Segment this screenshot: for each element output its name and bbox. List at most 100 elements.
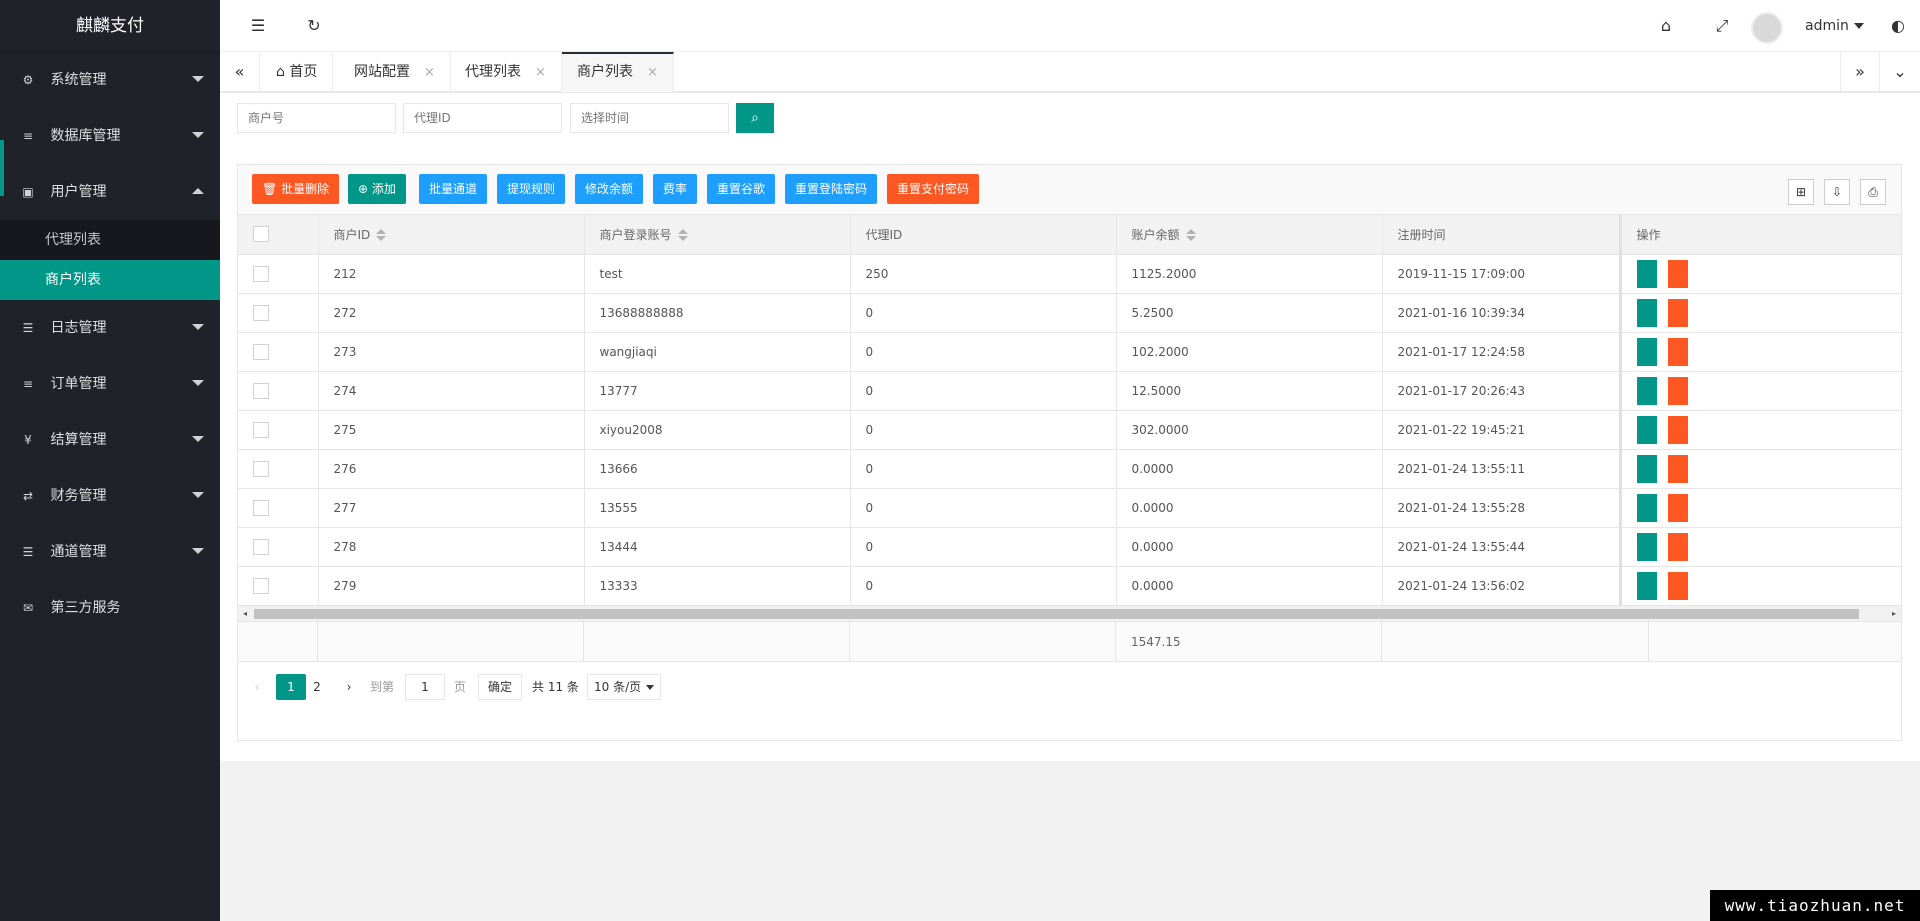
edit-button[interactable]	[1636, 337, 1657, 366]
table-row: 273 wangjiaqi 0 102.2000 2021-01-17 12:24:58	[238, 332, 1902, 372]
edit-button[interactable]	[1636, 532, 1657, 561]
sort-icon[interactable]	[1185, 229, 1196, 242]
tag-icon[interactable]: ⌂	[1644, 0, 1688, 52]
agent-id-cell: 0	[850, 410, 1117, 450]
tab-site-config[interactable]: 网站配置 ×	[339, 52, 451, 92]
edit-button[interactable]	[1636, 376, 1657, 405]
close-icon[interactable]: ×	[647, 65, 658, 80]
row-checkbox[interactable]	[253, 265, 269, 282]
nav-finance[interactable]: ⇄ 财务管理	[0, 468, 220, 524]
agent-id-input[interactable]	[403, 103, 562, 133]
refresh-icon[interactable]: ↻	[292, 0, 336, 52]
row-checkbox[interactable]	[253, 421, 269, 438]
row-checkbox[interactable]	[253, 382, 269, 399]
menu-toggle-icon[interactable]: ☰	[236, 0, 280, 52]
withdraw-rule-button[interactable]: 提现规则	[497, 174, 566, 204]
total-count: 共 11 条	[532, 680, 579, 694]
delete-button[interactable]	[1667, 259, 1688, 288]
login-account-cell: 13555	[584, 488, 851, 528]
edit-balance-button[interactable]: 修改余额	[575, 174, 644, 204]
delete-button[interactable]	[1667, 415, 1688, 444]
tab-merchant-list[interactable]: 商户列表 ×	[562, 52, 674, 92]
fullscreen-icon[interactable]: ⤢	[1700, 0, 1744, 52]
delete-button[interactable]	[1667, 337, 1688, 366]
page-size-select[interactable]: 10 条/页	[587, 674, 661, 700]
balance-cell: 12.5000	[1116, 371, 1383, 411]
nav-channel[interactable]: ☰ 通道管理	[0, 524, 220, 580]
sort-icon[interactable]	[376, 229, 387, 242]
column-header-login-account[interactable]: 商户登录账号	[584, 215, 851, 255]
time-picker-input[interactable]	[570, 103, 729, 133]
merchant-id-input[interactable]	[237, 103, 396, 133]
edit-button[interactable]	[1636, 415, 1657, 444]
register-time-cell: 2021-01-24 13:56:02	[1382, 566, 1621, 606]
row-checkbox[interactable]	[253, 304, 269, 321]
scrollbar-thumb[interactable]	[254, 609, 1859, 619]
row-checkbox[interactable]	[253, 343, 269, 360]
edit-button[interactable]	[1636, 298, 1657, 327]
scroll-right-icon[interactable]: ▸	[1887, 606, 1901, 622]
nav-third-party[interactable]: ✉ 第三方服务	[0, 580, 220, 636]
delete-button[interactable]	[1667, 532, 1688, 561]
search-button[interactable]: ⌕	[736, 103, 774, 133]
delete-button[interactable]	[1667, 571, 1688, 600]
delete-button[interactable]	[1667, 298, 1688, 327]
export-icon[interactable]: ⇩	[1824, 179, 1850, 205]
nav-database[interactable]: ≡ 数据库管理	[0, 108, 220, 164]
edit-button[interactable]	[1636, 571, 1657, 600]
theme-icon[interactable]: ◐	[1876, 0, 1920, 52]
column-header-merchant-id[interactable]: 商户ID	[318, 215, 585, 255]
horizontal-scrollbar[interactable]: ◂ ▸	[238, 606, 1901, 622]
reset-login-password-button[interactable]: 重置登陆密码	[785, 174, 878, 204]
goto-confirm-button[interactable]: 确定	[478, 674, 523, 700]
nav-settlement[interactable]: ¥ 结算管理	[0, 412, 220, 468]
close-icon[interactable]: ×	[424, 65, 435, 80]
delete-button[interactable]	[1667, 454, 1688, 483]
edit-button[interactable]	[1636, 454, 1657, 483]
edit-button[interactable]	[1636, 493, 1657, 522]
reset-pay-password-button[interactable]: 重置支付密码	[887, 174, 980, 204]
tab-agent-list[interactable]: 代理列表 ×	[450, 52, 562, 92]
sidebar-item-agent-list[interactable]: 代理列表	[0, 220, 220, 260]
page-2-button[interactable]: 2	[310, 674, 324, 700]
row-checkbox[interactable]	[253, 499, 269, 516]
next-page-icon[interactable]: ›	[342, 674, 356, 700]
prev-page-icon[interactable]: ‹	[250, 674, 264, 700]
print-icon[interactable]: ⎙	[1860, 179, 1886, 205]
edit-button[interactable]	[1636, 259, 1657, 288]
total-cell	[238, 622, 318, 662]
batch-delete-button[interactable]: 🗑 批量删除	[252, 174, 340, 204]
rate-button[interactable]: 费率	[653, 174, 698, 204]
actions-cell	[1618, 566, 1902, 606]
sidebar-item-merchant-list[interactable]: 商户列表	[0, 260, 220, 300]
tab-home[interactable]: ⌂ 首页	[261, 52, 334, 92]
columns-icon[interactable]: ⊞	[1788, 179, 1814, 205]
tab-scroll-right-icon[interactable]: »	[1840, 52, 1880, 92]
page-1-button[interactable]: 1	[276, 674, 306, 700]
avatar[interactable]	[1751, 12, 1783, 44]
row-checkbox[interactable]	[253, 538, 269, 555]
scroll-left-icon[interactable]: ◂	[238, 606, 252, 622]
close-icon[interactable]: ×	[535, 65, 546, 80]
row-checkbox[interactable]	[253, 577, 269, 594]
table-row: 276 13666 0 0.0000 2021-01-24 13:55:11	[238, 449, 1902, 489]
sort-icon[interactable]	[677, 229, 688, 242]
delete-button[interactable]	[1667, 493, 1688, 522]
nav-log[interactable]: ☰ 日志管理	[0, 300, 220, 356]
nav-user[interactable]: ▣ 用户管理	[0, 164, 220, 220]
row-checkbox[interactable]	[253, 460, 269, 477]
login-account-cell: wangjiaqi	[584, 332, 851, 372]
nav-label: 通道管理	[50, 544, 107, 560]
column-header-balance[interactable]: 账户余额	[1116, 215, 1383, 255]
tab-scroll-left-icon[interactable]: «	[220, 52, 260, 92]
nav-system[interactable]: ⚙ 系统管理	[0, 52, 220, 108]
delete-button[interactable]	[1667, 376, 1688, 405]
add-button[interactable]: ⊕ 添加	[348, 174, 406, 204]
reset-google-button[interactable]: 重置谷歌	[707, 174, 776, 204]
page-number-input[interactable]	[405, 674, 445, 700]
tab-menu-chevron-down-icon[interactable]: ⌄	[1880, 52, 1920, 92]
batch-channel-button[interactable]: 批量通道	[419, 174, 488, 204]
user-menu[interactable]: admin	[1805, 0, 1864, 52]
select-all-checkbox[interactable]	[253, 226, 269, 243]
nav-order[interactable]: ≡ 订单管理	[0, 356, 220, 412]
